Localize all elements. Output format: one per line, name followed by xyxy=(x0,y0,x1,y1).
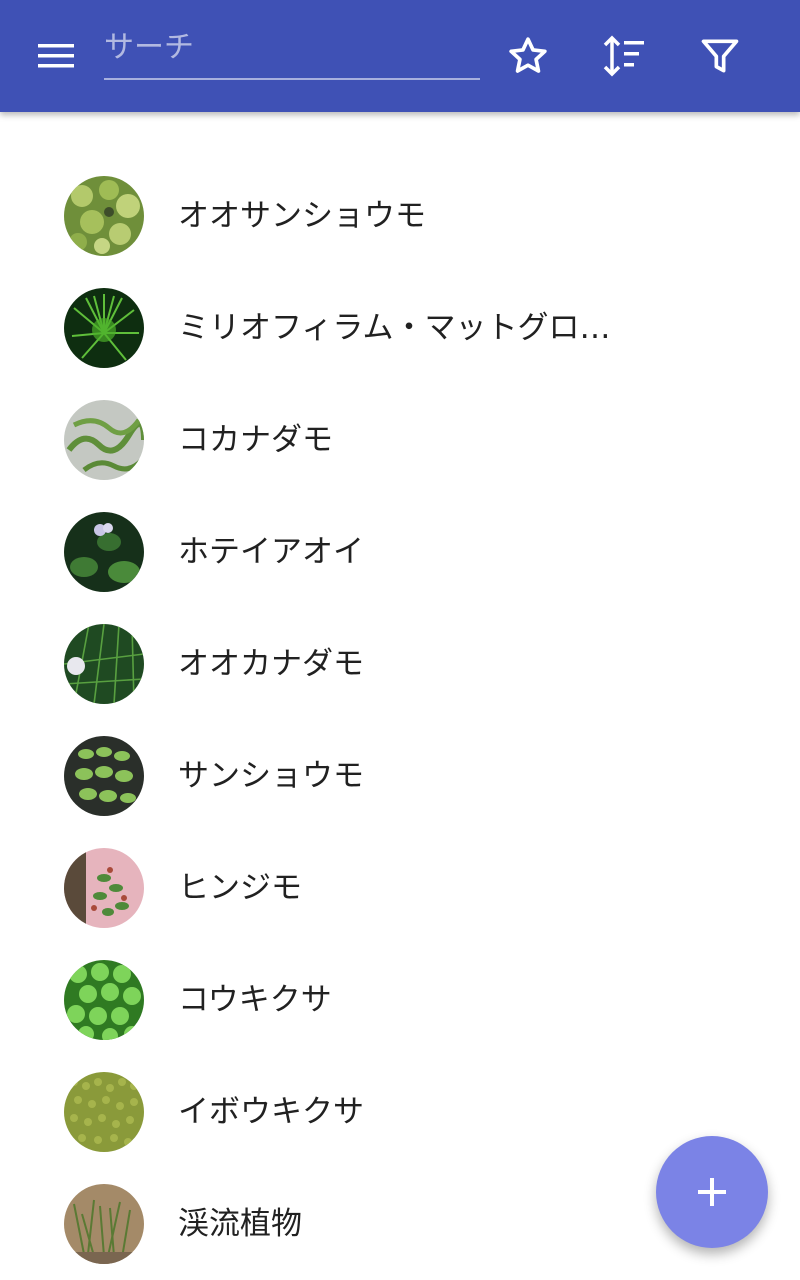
star-icon xyxy=(509,37,547,73)
list-item[interactable]: サンショウモ xyxy=(0,720,800,832)
plant-name: オオサンショウモ xyxy=(178,198,426,234)
plant-thumbnail xyxy=(64,176,144,256)
plant-thumbnail xyxy=(64,624,144,704)
plant-name: ヒンジモ xyxy=(178,870,302,906)
list-item[interactable]: ミリオフィラム・マットグロッソ xyxy=(0,272,800,384)
list-item[interactable]: コカナダモ xyxy=(0,384,800,496)
plant-thumbnail xyxy=(64,1072,144,1152)
plant-thumbnail xyxy=(64,1184,144,1264)
plant-name: オオカナダモ xyxy=(178,646,364,682)
list-item[interactable]: ホテイアオイ xyxy=(0,496,800,608)
menu-button[interactable] xyxy=(24,32,88,80)
plant-name: ミリオフィラム・マットグロッソ xyxy=(178,310,618,346)
list-item[interactable]: オオカナダモ xyxy=(0,608,800,720)
search-field xyxy=(104,24,480,82)
app-bar xyxy=(0,0,800,112)
plant-thumbnail xyxy=(64,848,144,928)
plant-thumbnail xyxy=(64,512,144,592)
plant-name: ホテイアオイ xyxy=(178,534,364,570)
list-item[interactable]: ヒンジモ xyxy=(0,832,800,944)
plant-name: コカナダモ xyxy=(178,422,333,458)
list-item[interactable]: オオサンショウモ xyxy=(0,160,800,272)
plant-thumbnail xyxy=(64,736,144,816)
plant-thumbnail xyxy=(64,400,144,480)
plant-thumbnail xyxy=(64,288,144,368)
plant-name: サンショウモ xyxy=(178,758,364,794)
filter-button[interactable] xyxy=(692,28,748,84)
plant-list: オオサンショウモ ミリオフィラム・マットグロッソ コカナダモ ホテイアオイ オオ… xyxy=(0,160,800,1280)
plant-name: コウキクサ xyxy=(178,982,332,1018)
filter-icon xyxy=(701,39,739,73)
plant-thumbnail xyxy=(64,960,144,1040)
menu-icon xyxy=(38,44,74,68)
plus-icon xyxy=(698,1178,726,1206)
plant-name: 渓流植物 xyxy=(178,1206,302,1242)
sort-button[interactable] xyxy=(596,28,652,84)
search-input[interactable] xyxy=(104,24,480,80)
list-item[interactable]: コウキクサ xyxy=(0,944,800,1056)
sort-icon xyxy=(603,35,644,77)
add-plant-button[interactable] xyxy=(656,1136,768,1248)
plant-name: イボウキクサ xyxy=(178,1094,364,1130)
favorites-button[interactable] xyxy=(500,28,556,84)
